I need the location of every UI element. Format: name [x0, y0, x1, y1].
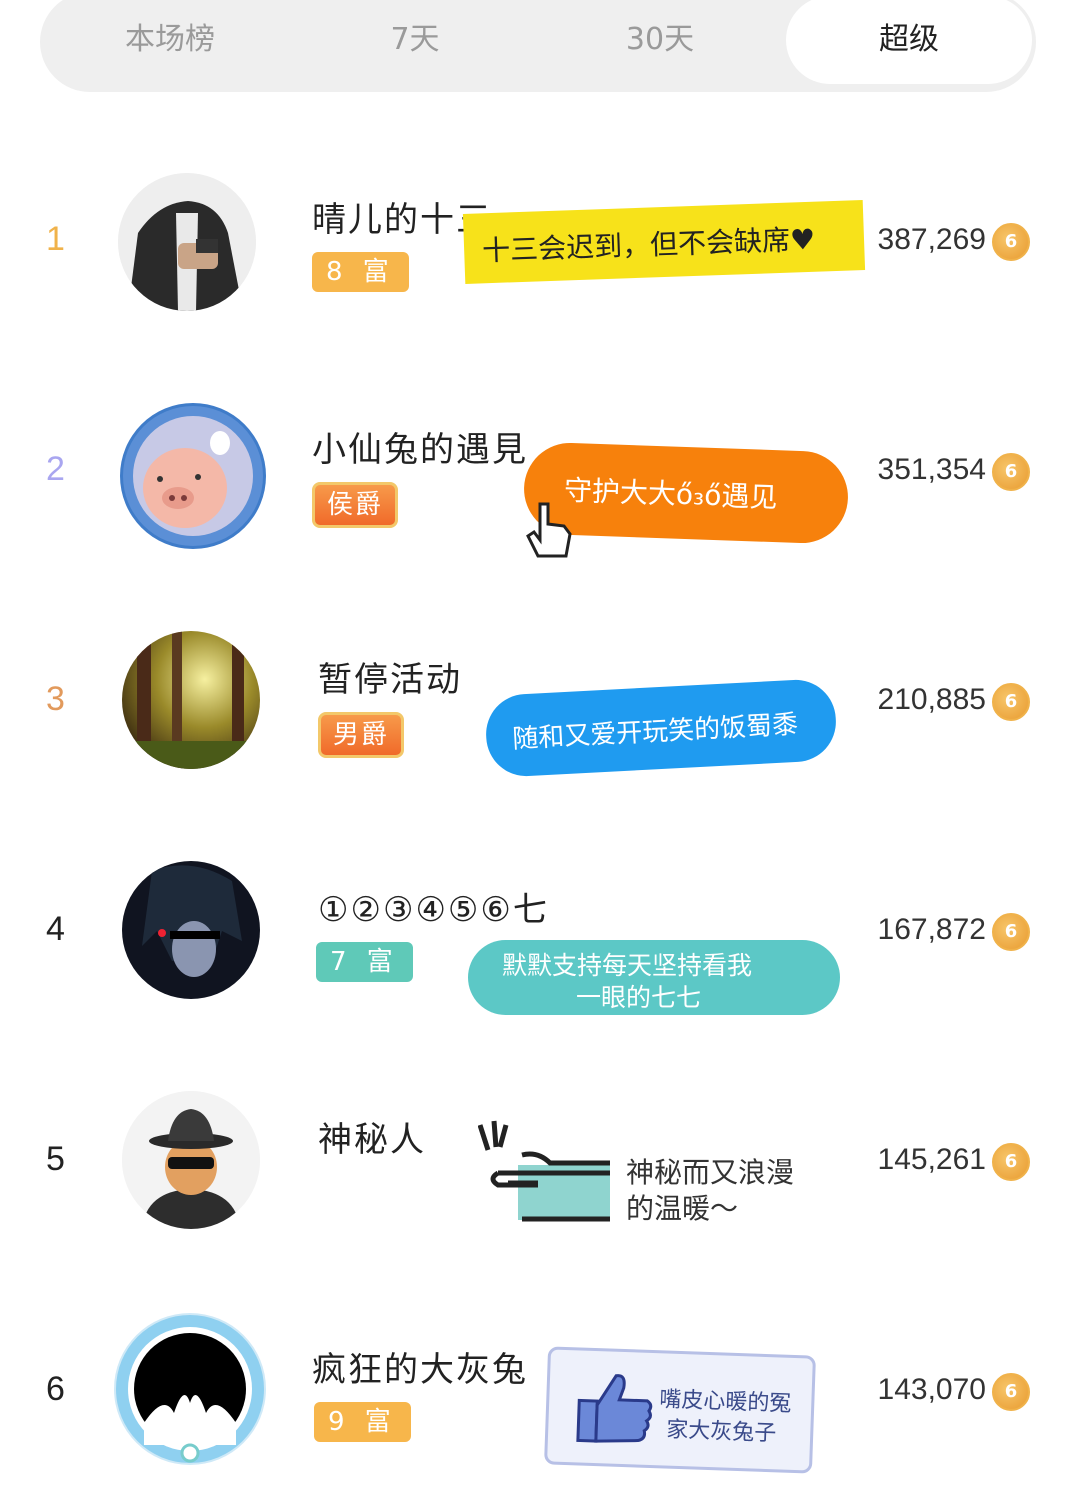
pointer-hand-icon	[526, 500, 576, 560]
avatar[interactable]	[118, 173, 256, 311]
rank-number: 4	[46, 910, 65, 948]
ranking-row[interactable]: 5 神秘人 神秘而又浪漫 的温暖～ 145,261 6	[0, 1045, 1076, 1275]
signature-text-line2: 的温暖～	[626, 1192, 739, 1225]
user-name: 神秘人	[318, 1120, 426, 1160]
score-value: 167,872	[877, 913, 986, 946]
avatar[interactable]	[120, 403, 266, 549]
coin-icon: 6	[992, 1143, 1030, 1181]
pointing-hand-icon	[477, 1115, 618, 1225]
rank-number: 1	[46, 220, 65, 258]
coin-icon: 6	[992, 453, 1030, 491]
tab-7-days[interactable]: 7天	[325, 0, 505, 88]
signature-text: 守护大大ő₃ő遇见	[563, 473, 778, 515]
ranking-row[interactable]: 4 ①②③④⑤⑥七 7 富 默默支持每天坚持看我 一眼的七七 167,872 6	[0, 815, 1076, 1045]
signature-text: 随和又爱开玩笑的饭蜀黍	[511, 709, 799, 755]
signature-text-line1: 神秘而又浪漫	[626, 1156, 795, 1189]
user-name: 小仙兔的遇見	[312, 430, 528, 470]
ranking-tab-bar: 本场榜 7天 30天 超级	[40, 0, 1036, 92]
tag-sticker: 随和又爱开玩笑的饭蜀黍	[484, 677, 838, 779]
coin-icon: 6	[992, 1373, 1030, 1411]
rank-number: 2	[46, 450, 65, 488]
coin-icon: 6	[992, 913, 1030, 951]
tag-sticker: 默默支持每天坚持看我 一眼的七七	[468, 940, 840, 1015]
ranking-row[interactable]: 3 暂停活动 男爵 随和又爱开玩笑的饭蜀黍 210,885 6	[0, 585, 1076, 815]
signature-text-line1: 默默支持每天坚持看我	[502, 951, 753, 980]
noble-title-badge: 侯爵	[312, 482, 399, 528]
rank-number: 5	[46, 1140, 65, 1178]
ranking-row[interactable]: 1 晴儿的十三 8 富 十三会迟到，但不会缺席♥ 387,269 6	[0, 125, 1076, 355]
thumbs-up-icon	[576, 1374, 653, 1443]
avatar[interactable]	[122, 1091, 260, 1229]
score-value: 145,261	[877, 1143, 986, 1176]
ranking-row[interactable]: 2 小仙兔的遇見 侯爵 守护大大ő₃ő遇见 351,354 6	[0, 355, 1076, 585]
score-value: 351,354	[877, 453, 986, 486]
noble-title-badge: 男爵	[318, 712, 405, 758]
user-name: 暂停活动	[318, 660, 462, 700]
wealth-badge: 9 富	[314, 1402, 411, 1442]
tab-super[interactable]: 超级	[786, 0, 1032, 84]
score-value: 210,885	[877, 683, 986, 716]
coin-icon: 6	[992, 683, 1030, 721]
tab-30-days[interactable]: 30天	[570, 0, 750, 88]
avatar[interactable]	[122, 631, 260, 769]
wealth-badge: 7 富	[316, 942, 413, 982]
ranking-row[interactable]: 6 疯狂的大灰兔 9 富 嘴皮心暖的冤 家大灰兔子 143,070 6	[0, 1275, 1076, 1505]
score-value: 387,269	[877, 223, 986, 256]
signature-text-line2: 家大灰兔子	[665, 1417, 777, 1447]
avatar[interactable]	[122, 861, 260, 999]
user-name: ①②③④⑤⑥七	[318, 890, 549, 930]
tag-sticker: 嘴皮心暖的冤 家大灰兔子	[544, 1346, 816, 1474]
coin-icon: 6	[992, 223, 1030, 261]
tab-session[interactable]: 本场榜	[80, 0, 260, 88]
wealth-badge: 8 富	[312, 252, 409, 292]
signature-text-line2: 一眼的七七	[576, 983, 702, 1012]
tag-sticker: 十三会迟到，但不会缺席♥	[462, 200, 866, 284]
signature-text: 十三会迟到，但不会缺席♥	[481, 222, 816, 268]
rank-number: 3	[46, 680, 65, 718]
score-value: 143,070	[877, 1373, 986, 1406]
avatar[interactable]	[114, 1313, 266, 1465]
user-name: 疯狂的大灰兔	[312, 1350, 528, 1390]
rank-number: 6	[46, 1370, 65, 1408]
